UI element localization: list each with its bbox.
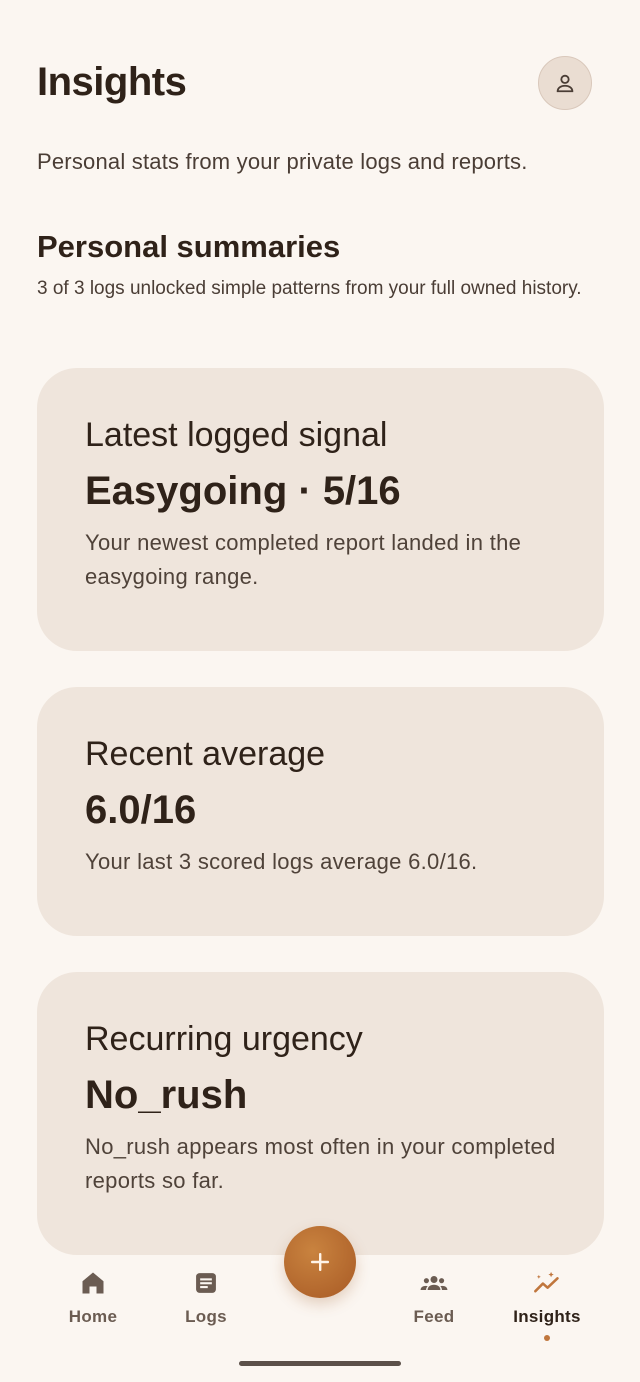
nav-label-home: Home (68, 1307, 118, 1326)
header: Insights (37, 56, 592, 112)
insights-icon (534, 1271, 559, 1293)
home-icon (82, 1272, 104, 1294)
card-value: No_rush (85, 1073, 248, 1117)
section-title: Personal summaries (37, 229, 341, 264)
card-value: Easygoing · 5/16 (85, 469, 401, 513)
profile-button[interactable] (538, 56, 592, 110)
plus-icon (311, 1253, 329, 1271)
card-description: No_rush appears most often in your compl… (85, 1134, 556, 1193)
page-subtitle: Personal stats from your private logs an… (37, 149, 528, 174)
card-description: Your newest completed report landed in t… (85, 530, 522, 589)
nav-item-feed[interactable]: Feed (374, 1269, 494, 1327)
card-value: 6.0/16 (85, 788, 197, 832)
nav-label-logs: Logs (185, 1307, 227, 1326)
card-label: Latest logged signal (85, 416, 388, 454)
insights-screen: Insights Personal stats from your privat… (0, 0, 640, 1382)
document-icon (196, 1273, 216, 1293)
page-title: Insights (37, 60, 187, 104)
summary-card-latest-signal: Latest logged signal Easygoing · 5/16 Yo… (37, 368, 604, 651)
card-label: Recurring urgency (85, 1020, 363, 1058)
summary-card-recent-average: Recent average 6.0/16 Your last 3 scored… (37, 687, 604, 936)
nav-label-insights: Insights (513, 1307, 581, 1326)
person-icon (556, 74, 574, 93)
card-description: Your last 3 scored logs average 6.0/16. (85, 849, 478, 874)
nav-label-feed: Feed (413, 1307, 455, 1326)
group-icon (420, 1276, 448, 1290)
add-log-button[interactable] (284, 1226, 356, 1298)
nav-item-logs[interactable]: Logs (146, 1269, 266, 1327)
active-indicator-dot (544, 1335, 550, 1341)
summary-card-recurring-urgency: Recurring urgency No_rush No_rush appear… (37, 972, 604, 1255)
nav-item-home[interactable]: Home (33, 1269, 153, 1327)
section-description: 3 of 3 logs unlocked simple patterns fro… (37, 278, 582, 299)
card-label: Recent average (85, 735, 326, 773)
home-indicator[interactable] (239, 1361, 401, 1366)
nav-item-insights[interactable]: Insights (487, 1269, 607, 1341)
